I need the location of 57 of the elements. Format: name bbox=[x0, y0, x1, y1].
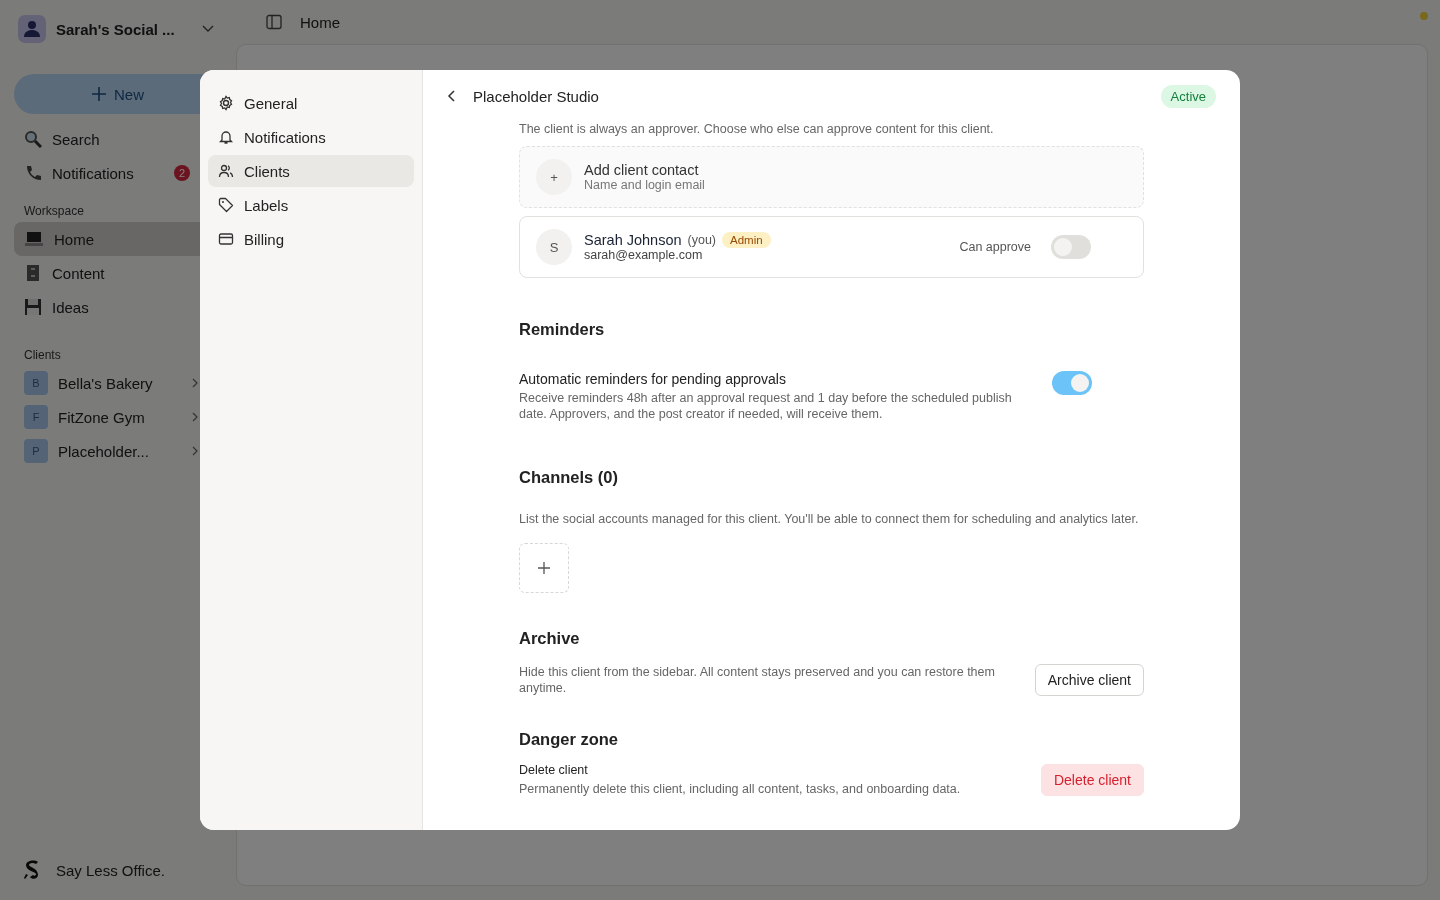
page-title: Home bbox=[300, 13, 340, 31]
plus-icon bbox=[538, 562, 550, 574]
chevron-right-icon bbox=[192, 378, 198, 388]
section-heading: Danger zone bbox=[519, 730, 620, 749]
credit-card-icon bbox=[218, 231, 234, 247]
contact-avatar: S bbox=[536, 229, 572, 265]
phone-icon bbox=[24, 164, 42, 182]
setting-title: Delete client bbox=[519, 763, 589, 777]
tag-icon bbox=[218, 197, 234, 213]
approver-note: The client is always an approver. Choose who else can approve content for this client. bbox=[519, 122, 995, 136]
setting-description: Receive reminders 48h after an approval request and 1 day before the scheduled publish date. Approvers, and the post creator if needed, will receive them. bbox=[519, 390, 1013, 422]
delete-button[interactable]: Delete client bbox=[1040, 764, 1144, 796]
settings-tab[interactable]: Clients bbox=[208, 155, 414, 187]
setting-title: Automatic reminders for pending approvals bbox=[519, 371, 787, 387]
sidebar-toggle-icon bbox=[266, 14, 282, 30]
section-heading: Workspace bbox=[24, 204, 84, 218]
section-description: List the social accounts managed for this client. You'll be able to connect them for scheduling and analytics later. bbox=[519, 511, 1140, 527]
add-channel-button[interactable] bbox=[519, 543, 569, 593]
approve-toggle[interactable] bbox=[1051, 235, 1091, 259]
setting-description: Permanently delete this client, including all content, tasks, and onboarding data. bbox=[519, 781, 962, 797]
section-heading: Channels (0) bbox=[519, 468, 620, 487]
section-heading: Archive bbox=[519, 629, 581, 648]
reminders-toggle[interactable] bbox=[1052, 371, 1092, 395]
section-description: Hide this client from the sidebar. All content stays preserved and you can restore them anytime. bbox=[519, 664, 996, 696]
cabinet-icon bbox=[24, 264, 42, 282]
settings-tab[interactable]: Notifications bbox=[208, 121, 414, 153]
role-badge: Admin bbox=[722, 232, 771, 248]
laptop-icon bbox=[24, 230, 44, 248]
chevron-right-icon bbox=[192, 412, 198, 422]
add-contact-card[interactable]: + Add client contact Name and login email bbox=[519, 146, 1144, 208]
plus-symbol: + bbox=[536, 159, 572, 195]
workspace-name[interactable]: Sarah's Social ... bbox=[56, 20, 192, 38]
you-label: (you) bbox=[687, 233, 717, 247]
card-title: Add client contact bbox=[584, 162, 700, 178]
bell-icon bbox=[218, 129, 234, 145]
status-badge: Active bbox=[1160, 84, 1216, 108]
contact-email: sarah@example.com bbox=[584, 248, 704, 262]
avatar-icon[interactable] bbox=[18, 15, 46, 43]
brand-name: Say Less Office. bbox=[56, 861, 165, 879]
section-heading: Reminders bbox=[519, 320, 606, 339]
contact-name: Sarah Johnson bbox=[584, 232, 682, 248]
settings-icon bbox=[218, 95, 234, 111]
status-dot bbox=[1420, 12, 1428, 20]
users-icon bbox=[218, 163, 234, 179]
person-silhouette bbox=[23, 20, 41, 38]
chevron-left-icon bbox=[447, 90, 455, 102]
chevron-right-icon bbox=[192, 446, 198, 456]
chevron-down-icon bbox=[202, 25, 214, 33]
section-heading: Clients bbox=[24, 348, 61, 362]
toggle-label: Can approve bbox=[959, 240, 1031, 254]
plus-icon bbox=[92, 87, 106, 101]
search-icon bbox=[24, 130, 42, 148]
client-title: Placeholder Studio bbox=[473, 87, 600, 105]
card-subtitle: Name and login email bbox=[584, 178, 705, 192]
settings-tab[interactable]: Labels bbox=[208, 189, 414, 221]
archive-button[interactable]: Archive client bbox=[1034, 664, 1144, 696]
count-badge: 2 bbox=[174, 165, 190, 181]
